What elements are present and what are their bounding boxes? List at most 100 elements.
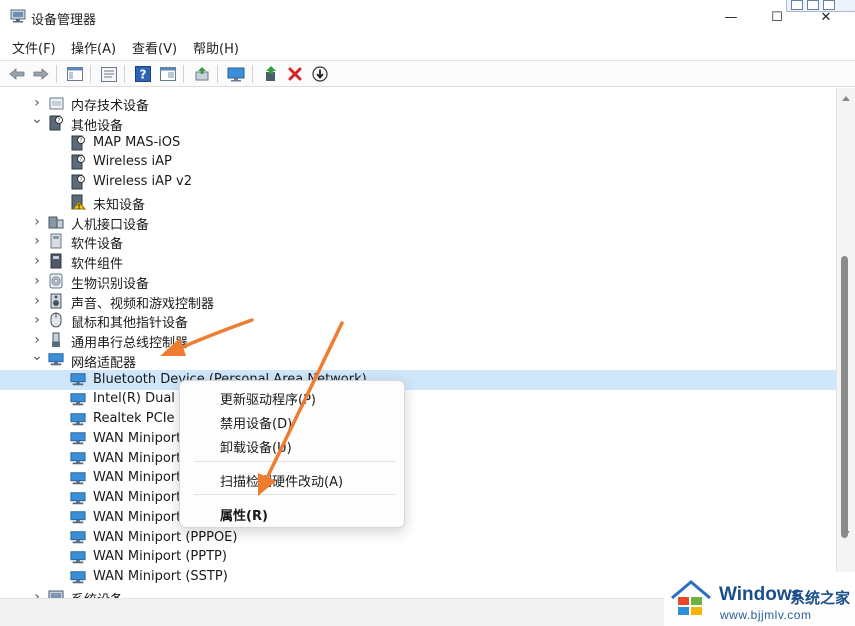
speaker-icon: [48, 293, 64, 309]
network-icon: [48, 352, 64, 368]
tree-device[interactable]: WAN Miniport: [0, 449, 836, 469]
download-icon[interactable]: [310, 65, 329, 83]
context-separator: [194, 494, 396, 495]
network-adapter-icon: [70, 391, 86, 407]
tree-device[interactable]: ? Wireless iAP v2: [0, 172, 836, 192]
tree-device[interactable]: Intel(R) Dual B: [0, 389, 836, 409]
forward-arrow-icon[interactable]: [31, 65, 50, 83]
vertical-scrollbar[interactable]: [836, 88, 855, 598]
chevron-right-icon[interactable]: ›: [31, 293, 43, 309]
menu-help[interactable]: 帮助(H): [193, 38, 239, 57]
monitor-icon[interactable]: [226, 65, 245, 83]
unknown-device-icon: ?: [70, 154, 86, 170]
menu-action[interactable]: 操作(A): [71, 38, 116, 57]
tree-device[interactable]: WAN Miniport: [0, 488, 836, 508]
console-view-icon[interactable]: [158, 65, 177, 83]
help-icon[interactable]: ?: [133, 65, 152, 83]
device-tree: › 内存技术设备 ⌄? 其他设备? MAP MAS-iOS? Wireless iAP? W…: [0, 88, 836, 598]
menu-view[interactable]: 查看(V): [132, 38, 177, 57]
tree-device[interactable]: ? Wireless iAP: [0, 152, 836, 172]
tree-category[interactable]: › 生物识别设备: [0, 271, 836, 292]
tool-icon[interactable]: [791, 0, 803, 10]
chevron-right-icon[interactable]: ›: [31, 233, 43, 249]
chevron-right-icon[interactable]: ›: [31, 253, 43, 269]
context-uninstall-device[interactable]: 卸载设备(U): [220, 437, 292, 456]
network-adapter-icon: [70, 411, 86, 427]
tree-category[interactable]: › 通用串行总线控制器: [0, 330, 836, 351]
tree-category[interactable]: › 人机接口设备: [0, 212, 836, 233]
tree-device[interactable]: ! 未知设备: [0, 192, 836, 213]
uninstall-icon[interactable]: [285, 65, 304, 83]
minimize-button[interactable]: —: [711, 6, 751, 28]
tree-category[interactable]: › 内存技术设备: [0, 93, 836, 114]
tree-device[interactable]: Realtek PCIe G: [0, 409, 836, 429]
network-adapter-icon: [70, 549, 86, 565]
network-adapter-icon: [70, 510, 86, 526]
toolbar-separator: [56, 65, 57, 83]
network-adapter-icon: [70, 372, 86, 388]
tree-device[interactable]: Bluetooth Device (Personal Area Network): [0, 369, 836, 390]
tree-device[interactable]: WAN Miniport (PPPOE): [0, 528, 836, 548]
tree-category[interactable]: › 声音、视频和游戏控制器: [0, 291, 836, 312]
tree-item-label: WAN Miniport: [93, 509, 182, 525]
network-adapter-icon: [70, 431, 86, 447]
chevron-right-icon[interactable]: ›: [31, 95, 43, 111]
tree-item-label: Wireless iAP v2: [93, 174, 192, 189]
tree-device[interactable]: WAN Miniport: [0, 468, 836, 488]
svg-text:?: ?: [80, 177, 83, 183]
tree-device[interactable]: WAN Miniport (PPTP): [0, 547, 836, 567]
tool-icon[interactable]: [807, 0, 819, 10]
site-watermark: Windows 系统之家 www.bjjmlv.com: [664, 572, 855, 626]
tree-category[interactable]: › 鼠标和其他指针设备: [0, 310, 836, 331]
mouse-icon: [48, 312, 64, 328]
tree-device[interactable]: WAN Miniport: [0, 429, 836, 449]
tree-device[interactable]: WAN Miniport: [0, 508, 836, 528]
network-adapter-icon: [70, 451, 86, 467]
window-title: 设备管理器: [31, 13, 97, 28]
software-device-icon: [48, 233, 64, 249]
network-adapter-icon: [70, 490, 86, 506]
scroll-thumb[interactable]: [841, 256, 848, 538]
enable-device-icon[interactable]: [261, 65, 280, 83]
tree-item-label: WAN Miniport (PPTP): [93, 549, 227, 565]
fingerprint-icon: [48, 273, 64, 289]
chevron-right-icon[interactable]: ›: [31, 273, 43, 289]
properties-icon[interactable]: [99, 65, 118, 83]
chevron-right-icon[interactable]: ›: [31, 589, 43, 598]
tree-category[interactable]: ⌄ 网络适配器: [0, 348, 836, 371]
watermark-subtitle: 系统之家: [790, 589, 851, 607]
watermark-url: www.bjjmlv.com: [720, 608, 812, 622]
svg-text:!: !: [77, 203, 80, 210]
chevron-right-icon[interactable]: ›: [31, 332, 43, 348]
tree-device[interactable]: ? MAP MAS-iOS: [0, 133, 836, 153]
chevron-down-icon[interactable]: ⌄: [31, 111, 43, 127]
maximize-icon: ☐: [771, 9, 783, 25]
tree-item-label: WAN Miniport (PPPOE): [93, 529, 238, 545]
tree-item-label: 生物识别设备: [71, 276, 150, 292]
chevron-right-icon[interactable]: ›: [31, 214, 43, 230]
scroll-down-arrow-icon[interactable]: [842, 531, 850, 536]
tree-category[interactable]: › 软件设备: [0, 231, 836, 252]
scroll-up-arrow-icon[interactable]: [842, 96, 850, 101]
tree-item-label: 系统设备: [71, 589, 123, 598]
context-scan-hardware[interactable]: 扫描检测硬件改动(A): [220, 471, 343, 490]
update-driver-icon[interactable]: [192, 65, 211, 83]
tree-category[interactable]: ⌄? 其他设备: [0, 111, 836, 134]
chevron-right-icon[interactable]: ›: [31, 312, 43, 328]
tool-icon[interactable]: [823, 0, 835, 10]
tree-item-label: WAN Miniport: [93, 430, 182, 446]
context-properties[interactable]: 属性(R): [220, 505, 268, 524]
context-separator: [194, 461, 396, 462]
memory-icon: [48, 95, 64, 111]
toolbar-separator: [217, 65, 218, 83]
context-update-driver[interactable]: 更新驱动程序(P): [220, 389, 316, 408]
network-adapter-icon: [70, 569, 86, 585]
device-manager-app-icon: [10, 9, 26, 23]
tree-item-label: MAP MAS-iOS: [93, 134, 181, 150]
context-disable-device[interactable]: 禁用设备(D): [220, 413, 292, 432]
show-hide-tree-icon[interactable]: [65, 65, 84, 83]
menu-file[interactable]: 文件(F): [12, 38, 56, 57]
back-arrow-icon[interactable]: [7, 65, 26, 83]
tree-category[interactable]: › 软件组件: [0, 251, 836, 272]
chevron-down-icon[interactable]: ⌄: [31, 348, 43, 364]
